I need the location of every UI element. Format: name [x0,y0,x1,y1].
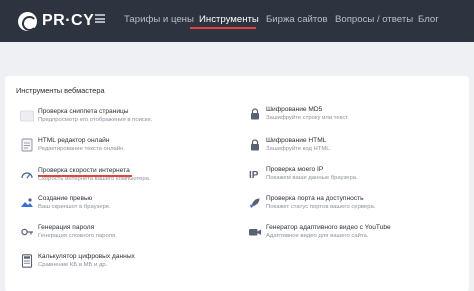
tool-description: Покажет статус портов вашего сервера. [266,204,376,210]
nav-item-qa[interactable]: Вопросы / ответы [335,14,413,25]
tool-name[interactable]: Проверка порта на доступность [266,195,364,202]
tool-description: Ваш скриншот в браузере. [38,204,111,210]
speedometer-icon [21,172,33,179]
tool-name[interactable]: Проверка сниппета страницы [38,108,129,115]
tool-description: Генерация сложного пароля. [38,233,117,239]
tool-description: Скорость интернета вашего компьютера. [38,176,151,182]
tool-name[interactable]: Калькулятор цифровых данных [38,253,135,260]
lock-icon [251,108,259,120]
nav-item-pricing[interactable]: Тарифы и цены [124,14,194,25]
video-icon [249,229,261,236]
tool-name[interactable]: HTML редактор онлайн [38,137,109,144]
tool-description: Зашифруйте код HTML. [266,146,332,152]
logo-icon [18,11,37,31]
code-icon [21,138,33,152]
nav-item-site-exchange[interactable]: Биржа сайтов [266,14,328,25]
tool-name[interactable]: Генерация пароля [38,224,94,231]
tool-description: Редактирование текста онлайн. [38,146,125,152]
tool-description: Сравнение КБ в МБ и др. [38,262,108,268]
nav-item-tools[interactable]: Инструменты [199,14,259,25]
tool-description: Зашифруйте строку или текст. [266,115,349,121]
tool-name[interactable]: Шифрование MD5 [266,106,322,113]
logo[interactable]: PR·CY [18,11,94,31]
active-nav-indicator [190,27,256,29]
tool-name[interactable]: Шифрование HTML [266,137,326,144]
tool-description: Адаптивное видео для вашего сайта. [266,233,369,239]
tool-name[interactable]: Проверка скорости интернета [38,167,130,174]
calculator-icon [21,254,33,268]
svg-text:IP: IP [249,170,259,181]
rocket-icon [250,198,260,208]
tool-description: Покажем ваше данные браузера. [266,175,358,181]
snippet-icon [20,110,34,122]
menu-icon[interactable] [95,14,105,23]
tool-name[interactable]: Проверка моего IP [266,166,323,173]
tool-name[interactable]: Создание превью [38,195,92,202]
top-navigation-bar: PR·CY Тарифы и цены Инструменты Биржа са… [0,0,474,42]
tool-description: Предпросмотр его отображения в поиске. [38,117,153,123]
logo-text: PR·CY [42,12,95,29]
image-icon [21,198,33,207]
key-icon [21,228,33,236]
lock-icon [251,139,259,151]
nav-item-blog[interactable]: Блог [418,14,439,25]
section-title: Инструменты вебмастера [16,86,105,95]
tool-name[interactable]: Генератор адаптивного видео с YouTube [266,224,391,231]
ip-icon: IP [249,170,259,181]
